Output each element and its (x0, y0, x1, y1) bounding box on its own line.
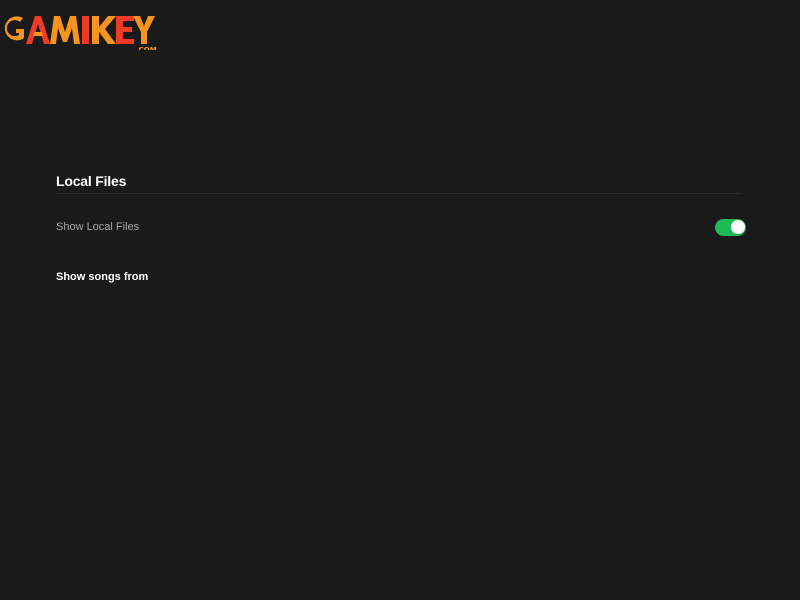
show-local-files-toggle[interactable] (715, 218, 746, 236)
settings-page: .COM Local Files Show Local Files Show s… (0, 0, 800, 600)
local-files-section: Local Files (56, 172, 742, 194)
section-title: Local Files (56, 173, 127, 189)
toggle-knob (730, 220, 745, 234)
show-local-files-row: Show Local Files (56, 216, 746, 238)
show-songs-from-heading: Show songs from (56, 271, 149, 283)
gamikey-watermark-logo: .COM (2, 8, 162, 50)
show-local-files-label: Show Local Files (56, 221, 140, 233)
section-divider (56, 193, 742, 194)
svg-text:.COM: .COM (136, 46, 157, 50)
